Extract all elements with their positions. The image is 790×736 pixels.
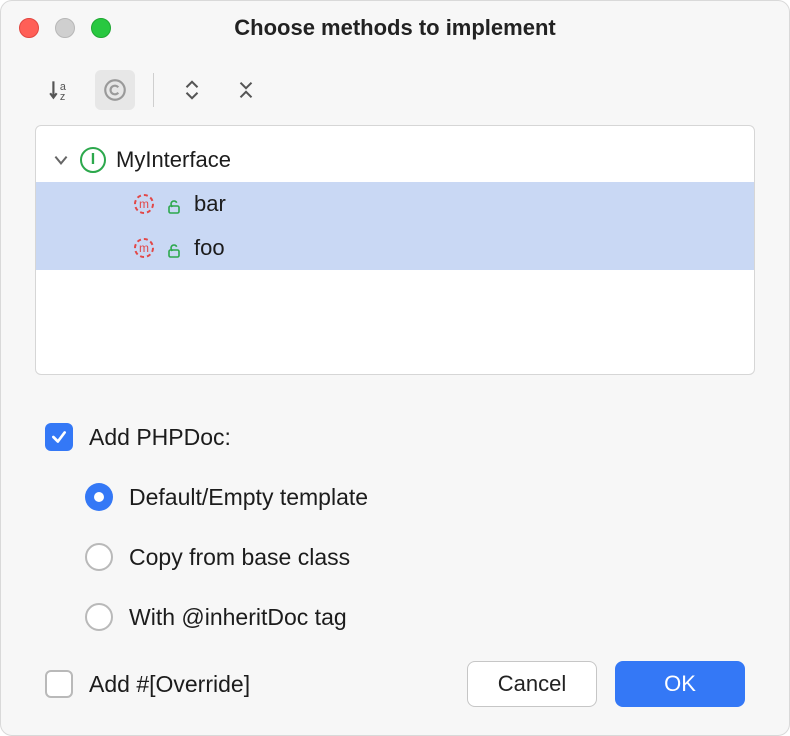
dialog-footer: Add #[Override] Cancel OK [1, 661, 789, 735]
radio-default-label: Default/Empty template [129, 484, 368, 511]
radio-copy-base[interactable] [85, 543, 113, 571]
svg-text:z: z [60, 91, 65, 103]
radio-default-template-row[interactable]: Default/Empty template [45, 467, 745, 527]
method-icon: m [132, 236, 156, 260]
toolbar: a z [1, 55, 789, 115]
add-phpdoc-checkbox[interactable] [45, 423, 73, 451]
interface-icon: I [80, 147, 106, 173]
unlocked-icon [166, 195, 184, 213]
check-icon [50, 428, 68, 446]
tree-method-label: bar [194, 191, 226, 217]
collapse-all-button[interactable] [226, 70, 266, 110]
add-phpdoc-row[interactable]: Add PHPDoc: [45, 407, 745, 467]
radio-copy-label: Copy from base class [129, 544, 350, 571]
add-override-label: Add #[Override] [89, 671, 250, 698]
tree-method-row[interactable]: m foo [36, 226, 754, 270]
dialog-window: Choose methods to implement a z [0, 0, 790, 736]
unlocked-icon [166, 239, 184, 257]
options-panel: Add PHPDoc: Default/Empty template Copy … [1, 375, 789, 647]
tree-root-label: MyInterface [116, 147, 231, 173]
method-icon: m [132, 192, 156, 216]
radio-inheritdoc-row[interactable]: With @inheritDoc tag [45, 587, 745, 647]
methods-tree[interactable]: I MyInterface m bar m foo [35, 125, 755, 375]
add-phpdoc-label: Add PHPDoc: [89, 424, 231, 451]
tree-method-label: foo [194, 235, 225, 261]
expand-all-button[interactable] [172, 70, 212, 110]
radio-inheritdoc[interactable] [85, 603, 113, 631]
chevron-down-icon [52, 151, 70, 169]
cancel-button[interactable]: Cancel [467, 661, 597, 707]
tree-root-row[interactable]: I MyInterface [36, 138, 754, 182]
minimize-window-button[interactable] [55, 18, 75, 38]
titlebar: Choose methods to implement [1, 1, 789, 55]
radio-inherit-label: With @inheritDoc tag [129, 604, 347, 631]
sort-alpha-button[interactable]: a z [41, 70, 81, 110]
ok-button[interactable]: OK [615, 661, 745, 707]
add-override-row[interactable]: Add #[Override] [45, 670, 250, 698]
add-override-checkbox[interactable] [45, 670, 73, 698]
toolbar-divider [153, 73, 154, 107]
tree-method-row[interactable]: m bar [36, 182, 754, 226]
dialog-title: Choose methods to implement [1, 15, 789, 41]
radio-default-template[interactable] [85, 483, 113, 511]
copyright-filter-button[interactable] [95, 70, 135, 110]
traffic-lights [19, 18, 111, 38]
svg-text:m: m [139, 197, 149, 211]
svg-text:m: m [139, 241, 149, 255]
radio-copy-base-row[interactable]: Copy from base class [45, 527, 745, 587]
close-window-button[interactable] [19, 18, 39, 38]
maximize-window-button[interactable] [91, 18, 111, 38]
